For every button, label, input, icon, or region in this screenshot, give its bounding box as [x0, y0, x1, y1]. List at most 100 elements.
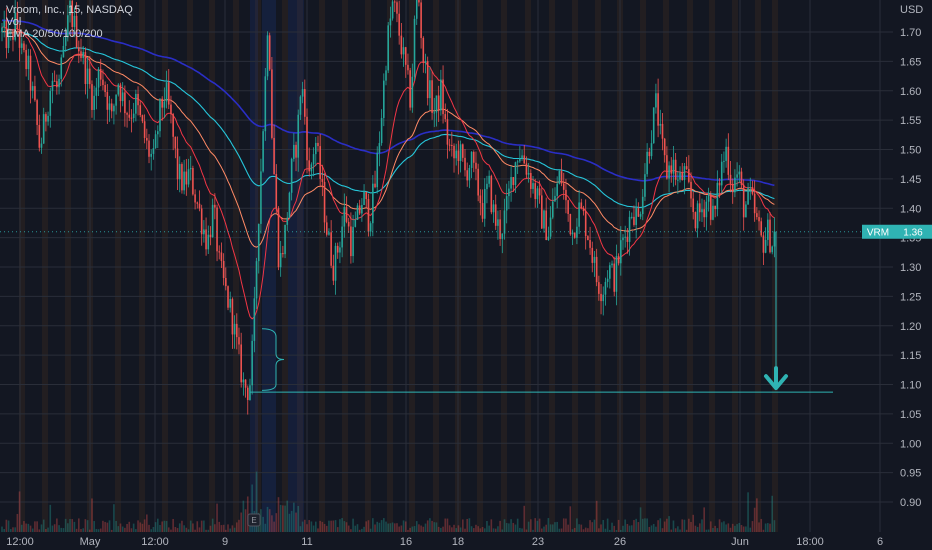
volume-bar [38, 529, 41, 532]
session-highlights [19, 0, 778, 532]
candle-body [756, 213, 758, 218]
candle-body [361, 205, 363, 214]
candle-body [128, 114, 131, 118]
price-tick-label: 1.00 [900, 438, 921, 450]
legend-symbol[interactable]: Vroom, Inc., 15, NASDAQ [6, 4, 133, 16]
candle-body [385, 70, 387, 81]
volume-bar [554, 522, 556, 532]
volume-bar [119, 523, 122, 532]
volume-bar [725, 524, 727, 532]
candle-body [207, 234, 210, 250]
volume-bar [440, 527, 442, 532]
candle-body [477, 168, 479, 196]
candle-body [488, 175, 490, 184]
candle-body [34, 86, 36, 101]
time-tick-label: 12:00 [141, 536, 169, 548]
time-tick-label: 11 [301, 536, 312, 548]
volume-bar [433, 522, 436, 532]
candle-body [486, 183, 488, 190]
volume-bar [141, 523, 144, 532]
volume-bar [712, 528, 714, 532]
candle-body [325, 222, 328, 235]
volume-bar [380, 520, 383, 532]
volume-bar [472, 528, 475, 532]
volume-bar [198, 527, 201, 532]
volume-bar [753, 507, 756, 532]
session-band [501, 0, 507, 532]
volume-bar [606, 518, 609, 532]
candle-body [512, 177, 515, 186]
volume-bar [541, 528, 543, 532]
candle-body [679, 172, 681, 180]
volume-bar [306, 524, 308, 532]
volume-bar [398, 526, 400, 532]
volume-bar [27, 523, 30, 532]
volume-bar [358, 529, 361, 532]
volume-bar [284, 505, 286, 532]
volume-bar [747, 492, 749, 532]
volume-bar [646, 518, 648, 532]
volume-bar [299, 526, 302, 532]
volume-bar [657, 520, 659, 532]
volume-bar [341, 518, 343, 532]
candle-body [113, 105, 115, 112]
candle-body [161, 98, 163, 108]
candle-body [714, 205, 716, 210]
volume-bar [293, 502, 295, 532]
volume-bar [352, 518, 354, 532]
candle-body [637, 208, 640, 217]
candle-body [494, 204, 497, 226]
candle-body [444, 114, 447, 120]
legend-volume[interactable]: Vol [6, 16, 133, 28]
volume-bar [679, 529, 681, 532]
volume-bar [591, 522, 594, 532]
candle-body [244, 379, 247, 388]
candle-body [159, 98, 161, 132]
volume-bar [475, 524, 477, 532]
price-axis[interactable]: USD1.701.651.601.551.501.451.401.351.301… [893, 0, 932, 550]
candle-body [275, 174, 278, 209]
price-chart[interactable]: E USD1.701.651.601.551.501.451.401.351.3… [0, 0, 932, 550]
volume-bar [470, 526, 473, 532]
volume-bar [319, 520, 321, 532]
candle-body [135, 93, 137, 114]
candle-body [365, 191, 368, 200]
volume-bar [435, 522, 438, 532]
candle-body [407, 64, 409, 71]
volume-bar [409, 527, 411, 532]
candle-body [198, 203, 201, 209]
volume-bar [523, 505, 526, 532]
volume-bar [453, 524, 455, 532]
price-tick-label: 1.40 [900, 203, 921, 215]
candle-body [749, 187, 752, 189]
candle-body [587, 236, 589, 241]
legend-ema[interactable]: EMA 20/50/100/200 [6, 28, 133, 40]
volume-bar [486, 520, 488, 532]
candle-body [707, 194, 710, 202]
candle-body [60, 57, 63, 79]
volume-bar [238, 519, 240, 532]
volume-bar [536, 520, 539, 532]
candle-body [62, 45, 65, 58]
price-tick-label: 1.60 [900, 86, 921, 98]
volume-bar [633, 520, 635, 532]
volume-bar [490, 519, 493, 532]
volume-bar [681, 519, 684, 532]
volume-bar [9, 529, 12, 532]
candle-body [705, 201, 708, 218]
candle-body [121, 92, 124, 102]
volume-bar [34, 521, 36, 532]
candle-body [220, 252, 223, 261]
volume-bar [694, 525, 697, 532]
candle-body [176, 148, 179, 180]
volume-bar [365, 521, 368, 532]
candle-body [751, 187, 754, 194]
candle-body [694, 212, 697, 229]
volume-bar [600, 524, 602, 532]
time-axis[interactable]: 12:00 May 12:00 9 11 16 18 23 26 Jun 18:00 6 [0, 532, 932, 550]
volume-bar [595, 500, 598, 532]
volume-bar [183, 525, 185, 532]
volume-bar [468, 518, 471, 532]
candle-body [297, 114, 300, 158]
candle-body [611, 263, 613, 266]
